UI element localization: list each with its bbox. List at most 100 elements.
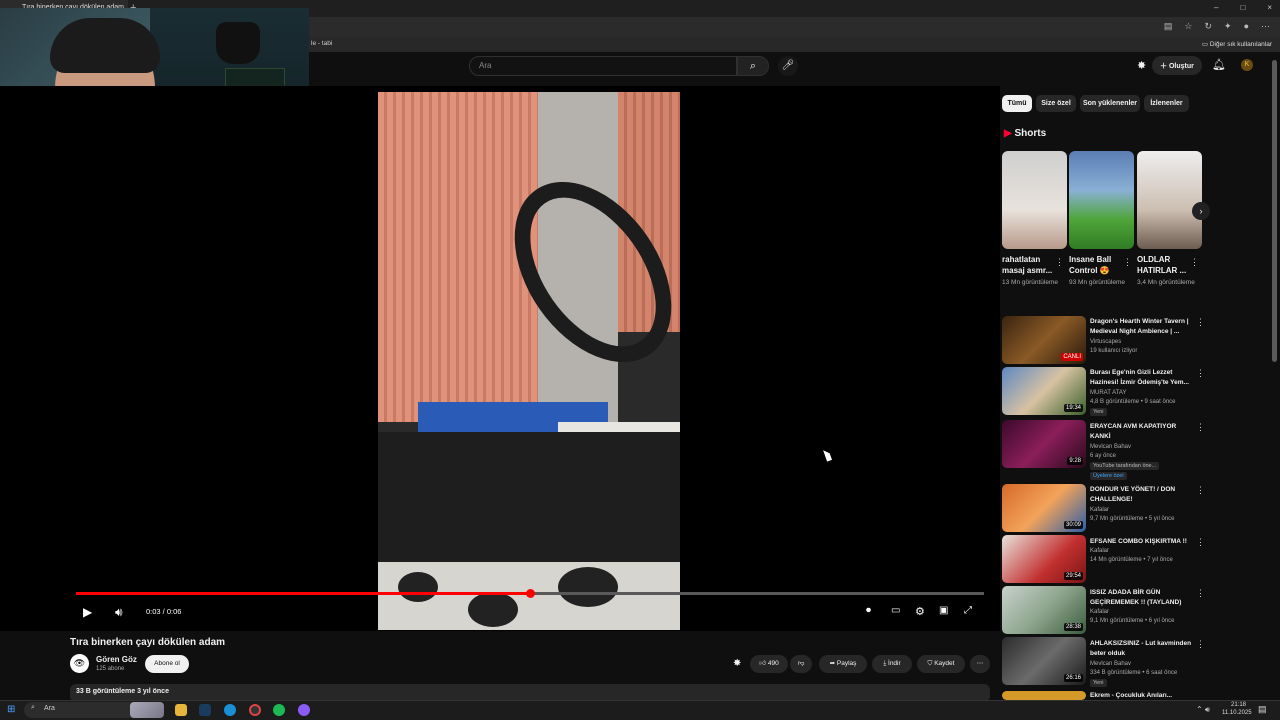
short-title[interactable]: rahatlatan masaj asmr... [1002,254,1057,276]
rec-title[interactable]: Dragon's Hearth Winter Tavern | Medieval… [1090,317,1195,336]
subtitles-icon[interactable]: ▭ [891,605,900,616]
maximize-button[interactable]: □ [1240,3,1245,12]
refresh-icon[interactable]: ↻ [1204,21,1212,32]
rec-channel[interactable]: Kafalar [1090,506,1195,515]
duration-badge: 26:16 [1063,674,1083,682]
save-button[interactable]: ⛉ Kaydet [917,655,965,673]
bookmark-item[interactable]: le - tabi [311,40,332,47]
ask-icon[interactable]: ✸ [733,658,741,669]
autoplay-toggle[interactable]: ⏺ [866,605,871,616]
mic-icon[interactable]: 🎤︎ [778,56,798,76]
rec-meta: 334 B görüntüleme • 6 saat önce [1090,670,1178,676]
rec-channel[interactable]: Kafalar [1090,547,1195,556]
clock[interactable]: 21:18 11.10.2025 [1222,701,1252,717]
edge-icon[interactable] [224,704,236,716]
chevron-right-icon[interactable]: › [1192,202,1210,220]
short-thumbnail[interactable] [1069,151,1134,249]
system-tray[interactable]: ⌃ 🔊︎ [1196,705,1210,715]
rec-title[interactable]: ERAYCAN AVM KAPATIYOR KANKİ [1090,422,1195,441]
profile-icon[interactable]: ● [1244,21,1249,32]
short-title[interactable]: OLDLAR HATIRLAR ... [1137,254,1192,276]
star-icon[interactable]: ☆ [1184,21,1192,32]
more-icon[interactable]: ⋮ [1055,257,1064,268]
short-thumbnail[interactable] [1002,151,1067,249]
chip-recent[interactable]: Son yüklenenler [1080,95,1140,112]
theater-mode-icon[interactable]: ▣ [939,605,948,616]
notification-icon[interactable]: ▤ [1258,704,1267,715]
more-icon[interactable]: ⋮ [1196,639,1205,650]
video-thumbnail[interactable]: 9:28 [1002,420,1086,468]
duration-badge: 9:28 [1067,457,1083,465]
more-icon[interactable]: ⋮ [1196,368,1205,379]
create-button[interactable]: ＋ Oluştur [1152,56,1202,75]
more-icon[interactable]: ⋮ [1196,422,1205,433]
more-actions-button[interactable]: ⋯ [970,655,990,673]
short-views: 13 Mn görüntüleme [1002,279,1059,286]
more-icon[interactable]: ⋮ [1196,317,1205,328]
other-bookmarks[interactable]: ▭ Diğer sık kullanılanlar [1202,40,1272,48]
create-icon[interactable]: ✸ [1137,59,1146,72]
more-icon[interactable]: ⋮ [1190,257,1199,268]
share-button[interactable]: ➦ Paylaş [819,655,867,673]
subscribe-button[interactable]: Abone ol [145,655,189,673]
rec-title[interactable]: ISSIZ ADADA BİR GÜN GEÇİREMEMEK !! (TAYL… [1090,588,1195,607]
video-thumbnail[interactable]: 28:38 [1002,586,1086,634]
settings-icon[interactable]: ⚙ [915,605,925,618]
menu-icon[interactable]: ⋯ [1261,21,1270,32]
search-input[interactable]: Ara [469,56,737,76]
rec-title[interactable]: AHLAKSIZSINIZ - Lut kavminden beter oldu… [1090,639,1195,658]
rec-title[interactable]: EFSANE COMBO KIŞKIRTMA !! [1090,537,1195,547]
video-thumbnail[interactable]: CANLI [1002,316,1086,364]
rec-channel[interactable]: Mevlcan Bahav [1090,660,1195,669]
search-icon[interactable]: ⌕ [737,56,769,76]
video-thumbnail[interactable] [1002,691,1086,700]
short-title[interactable]: Insane Ball Control 😍 [1069,254,1124,276]
more-icon[interactable]: ⋮ [1123,257,1132,268]
short-thumbnail[interactable] [1137,151,1202,249]
start-icon[interactable]: ⊞ [7,704,15,715]
scrubber-handle[interactable] [526,589,535,598]
scrollbar[interactable] [1272,60,1277,362]
channel-name[interactable]: Gören Göz [96,655,137,664]
obs-icon[interactable] [298,704,310,716]
volume-icon[interactable]: 🔊︎ [115,605,123,620]
rec-title[interactable]: DONDUR VE YÖNET! / DON CHALLENGE! [1090,485,1195,504]
avatar[interactable]: K [1241,59,1253,71]
rec-channel[interactable]: Virtuscapes [1090,338,1195,347]
dislike-button[interactable]: 👎︎ [790,655,812,673]
video-thumbnail[interactable]: 30:09 [1002,484,1086,532]
save-label: Kaydet [934,660,955,667]
spotify-icon[interactable] [273,704,285,716]
app-icon[interactable] [249,704,261,716]
download-label: İndir [888,660,901,667]
close-window-button[interactable]: × [1267,3,1272,12]
video-frame[interactable] [378,92,680,630]
taskbar-search-label: Ara [44,705,55,712]
chip-for-you[interactable]: Size özel [1036,95,1076,112]
video-thumbnail[interactable]: 29:54 [1002,535,1086,583]
play-icon[interactable]: ▶ [83,605,92,619]
steam-icon[interactable] [199,704,211,716]
download-button[interactable]: ⤓ İndir [872,655,912,673]
fullscreen-icon[interactable]: ⤢ [964,605,972,616]
rec-meta: 6 ay önce [1090,453,1117,459]
more-icon[interactable]: ⋮ [1196,485,1205,496]
video-thumbnail[interactable]: 19:34 [1002,367,1086,415]
rec-channel[interactable]: MURAT ATAY [1090,389,1195,398]
reader-icon[interactable]: ▤ [1164,21,1173,32]
more-icon[interactable]: ⋮ [1196,588,1205,599]
rec-channel[interactable]: Mevlcan Bahav [1090,443,1195,452]
rec-channel[interactable]: Kafalar [1090,608,1195,617]
channel-avatar[interactable]: 👁︎ [70,654,89,673]
more-icon[interactable]: ⋮ [1196,537,1205,548]
rec-title[interactable]: Ekrem - Çocukluk Anıları... [1090,691,1195,700]
video-thumbnail[interactable]: 26:16 [1002,637,1086,685]
extensions-icon[interactable]: ✦ [1224,21,1232,32]
chip-all[interactable]: Tümü [1002,95,1032,112]
bell-icon[interactable]: 🔔︎ [1212,58,1226,71]
like-button[interactable]: 👍︎ 490 [750,655,788,673]
rec-title[interactable]: Burası Ege'nin Gizli Lezzet Hazinesi! İz… [1090,368,1195,387]
chip-watched[interactable]: İzlenenler [1144,95,1189,112]
file-explorer-icon[interactable] [175,704,187,716]
minimize-button[interactable]: – [1214,3,1218,12]
